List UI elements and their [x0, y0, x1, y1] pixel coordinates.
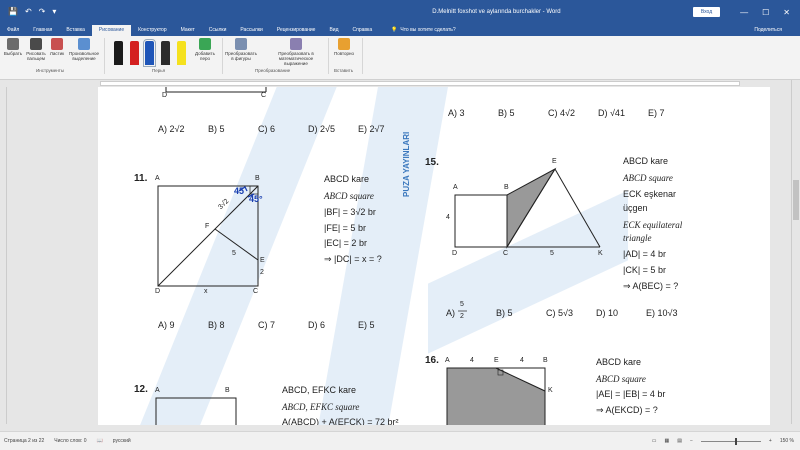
login-button[interactable]: Вход	[692, 7, 721, 17]
finger-draw-label: Рисовать пальцем	[26, 51, 46, 61]
lasso-icon	[78, 38, 90, 50]
q16-text-4: ⇒ A(EKCD) = ?	[596, 405, 658, 415]
page-count[interactable]: Страница 2 из 22	[4, 438, 44, 444]
print-layout-icon[interactable]: ▦	[665, 438, 670, 444]
convert-math-button[interactable]: Преобразовать в математическое выражение	[268, 38, 324, 66]
scrollbar-thumb[interactable]	[793, 180, 799, 220]
convert-shape-button[interactable]: Преобразовать в фигуры	[225, 38, 257, 61]
undo-icon[interactable]: ↶	[25, 8, 32, 16]
tab-view[interactable]: Вид	[322, 25, 345, 36]
tab-design[interactable]: Конструктор	[131, 25, 174, 36]
save-icon[interactable]: 💾	[8, 8, 18, 16]
shapes-icon	[235, 38, 247, 50]
dark-pencil-icon[interactable]	[161, 41, 171, 65]
zoom-out-icon[interactable]: −	[690, 438, 693, 444]
tab-mailings[interactable]: Рассылки	[233, 25, 269, 36]
document-page[interactable]: D C A) 2√2 B) 5 C) 6 D) 2√5 E) 2√7 11. A…	[98, 87, 770, 425]
window-title: D.Melnitt foxshot ve aylarında burchakle…	[432, 9, 561, 15]
qat-more-icon[interactable]: ▾	[52, 8, 56, 16]
language-indicator[interactable]: русский	[113, 438, 131, 444]
eraser-label: Ластик	[49, 51, 65, 56]
ribbon-draw: Выбрать Рисовать пальцем Ластик Произвол…	[0, 36, 800, 80]
ribbon-separator	[328, 38, 329, 74]
q16-text-1: ABCD kare	[596, 357, 642, 367]
finger-draw-button[interactable]: Рисовать пальцем	[24, 38, 48, 61]
zoom-level[interactable]: 150 %	[780, 438, 794, 444]
convert-group-label: Преобразование	[255, 68, 291, 73]
status-bar: Страница 2 из 22 Число слов: 0 📖 русский…	[0, 431, 800, 450]
tab-insert[interactable]: Вставка	[59, 25, 92, 36]
q16-text-3: |AE| = |EB| = 4 br	[596, 389, 666, 399]
minimize-icon[interactable]: —	[740, 8, 748, 17]
q16-length-eb: 4	[520, 357, 524, 364]
eraser-icon	[51, 38, 63, 50]
replay-button[interactable]: Повторно	[330, 38, 358, 56]
horizontal-ruler[interactable]	[0, 80, 800, 87]
tab-references[interactable]: Ссылки	[202, 25, 234, 36]
select-tool-label: Выбрать	[3, 51, 23, 56]
add-pen-icon	[199, 38, 211, 50]
pens-gallery	[108, 37, 192, 67]
close-icon[interactable]: ✕	[783, 8, 790, 17]
tab-layout[interactable]: Макет	[174, 25, 202, 36]
select-tool-button[interactable]: Выбрать	[2, 38, 24, 56]
lasso-label: Произвольное выделение	[68, 51, 100, 61]
ribbon-separator	[222, 38, 223, 74]
maximize-icon[interactable]: ☐	[762, 8, 769, 17]
add-pen-button[interactable]: Добавить перо	[190, 38, 220, 61]
replay-icon	[338, 38, 350, 50]
zoom-in-icon[interactable]: +	[769, 438, 772, 444]
title-bar: 💾 ↶ ↷ ▾ D.Melnitt foxshot ve aylarında b…	[0, 0, 800, 24]
zoom-slider[interactable]	[700, 437, 761, 445]
tab-home[interactable]: Главная	[26, 25, 59, 36]
q16-figure	[446, 367, 546, 425]
tab-help[interactable]: Справка	[346, 25, 380, 36]
insert-group-label: Вставить	[334, 68, 354, 73]
q16-label-e: E	[494, 357, 499, 364]
read-mode-icon[interactable]: ▭	[652, 438, 657, 444]
q16-text-2: ABCD square	[596, 374, 646, 384]
black-pen-icon[interactable]	[114, 41, 124, 65]
lightbulb-icon: 💡	[391, 27, 398, 33]
tab-draw[interactable]: Рисование	[91, 25, 132, 36]
eraser-button[interactable]: Ластик	[48, 38, 66, 56]
tools-group-label: Инструменты	[36, 68, 65, 73]
tab-review[interactable]: Рецензирование	[270, 25, 323, 36]
tell-me-box[interactable]: 💡 Что вы хотите сделать?	[379, 25, 456, 36]
ribbon-tabs: Файл Главная Вставка Рисование Конструкт…	[0, 24, 800, 36]
word-count[interactable]: Число слов: 0	[54, 438, 86, 444]
yellow-highlighter-icon[interactable]	[176, 41, 186, 65]
red-pen-icon[interactable]	[129, 41, 139, 65]
q16-label-a: A	[445, 357, 450, 364]
finger-draw-icon	[30, 38, 42, 50]
web-layout-icon[interactable]: ▤	[677, 438, 682, 444]
convert-math-label: Преобразовать в математическое выражение	[278, 51, 314, 66]
vertical-ruler[interactable]	[0, 87, 7, 424]
math-pi-icon	[290, 38, 302, 50]
tell-me-label: Что вы хотите сделать?	[400, 27, 456, 33]
share-button[interactable]: Поделиться	[754, 25, 782, 36]
tab-file[interactable]: Файл	[0, 25, 26, 36]
q16-label-b: B	[543, 357, 548, 364]
quick-access-toolbar: 💾 ↶ ↷ ▾	[0, 8, 300, 16]
vertical-scrollbar[interactable]	[791, 80, 800, 424]
ribbon-separator	[362, 38, 363, 74]
add-pen-label: Добавить перо	[195, 51, 215, 61]
proofing-icon[interactable]: 📖	[97, 438, 103, 444]
convert-shape-label: Преобразовать в фигуры	[225, 51, 257, 61]
ribbon-separator	[104, 38, 105, 74]
redo-icon[interactable]: ↷	[39, 8, 46, 16]
select-tool-icon	[7, 38, 19, 50]
pens-group-label: Перья	[152, 68, 166, 73]
replay-label: Повторно	[333, 51, 355, 56]
q16-length-ae: 4	[470, 357, 474, 364]
q16-label-k: K	[548, 387, 553, 394]
lasso-select-button[interactable]: Произвольное выделение	[66, 38, 102, 61]
blue-pen-icon[interactable]	[143, 39, 157, 67]
